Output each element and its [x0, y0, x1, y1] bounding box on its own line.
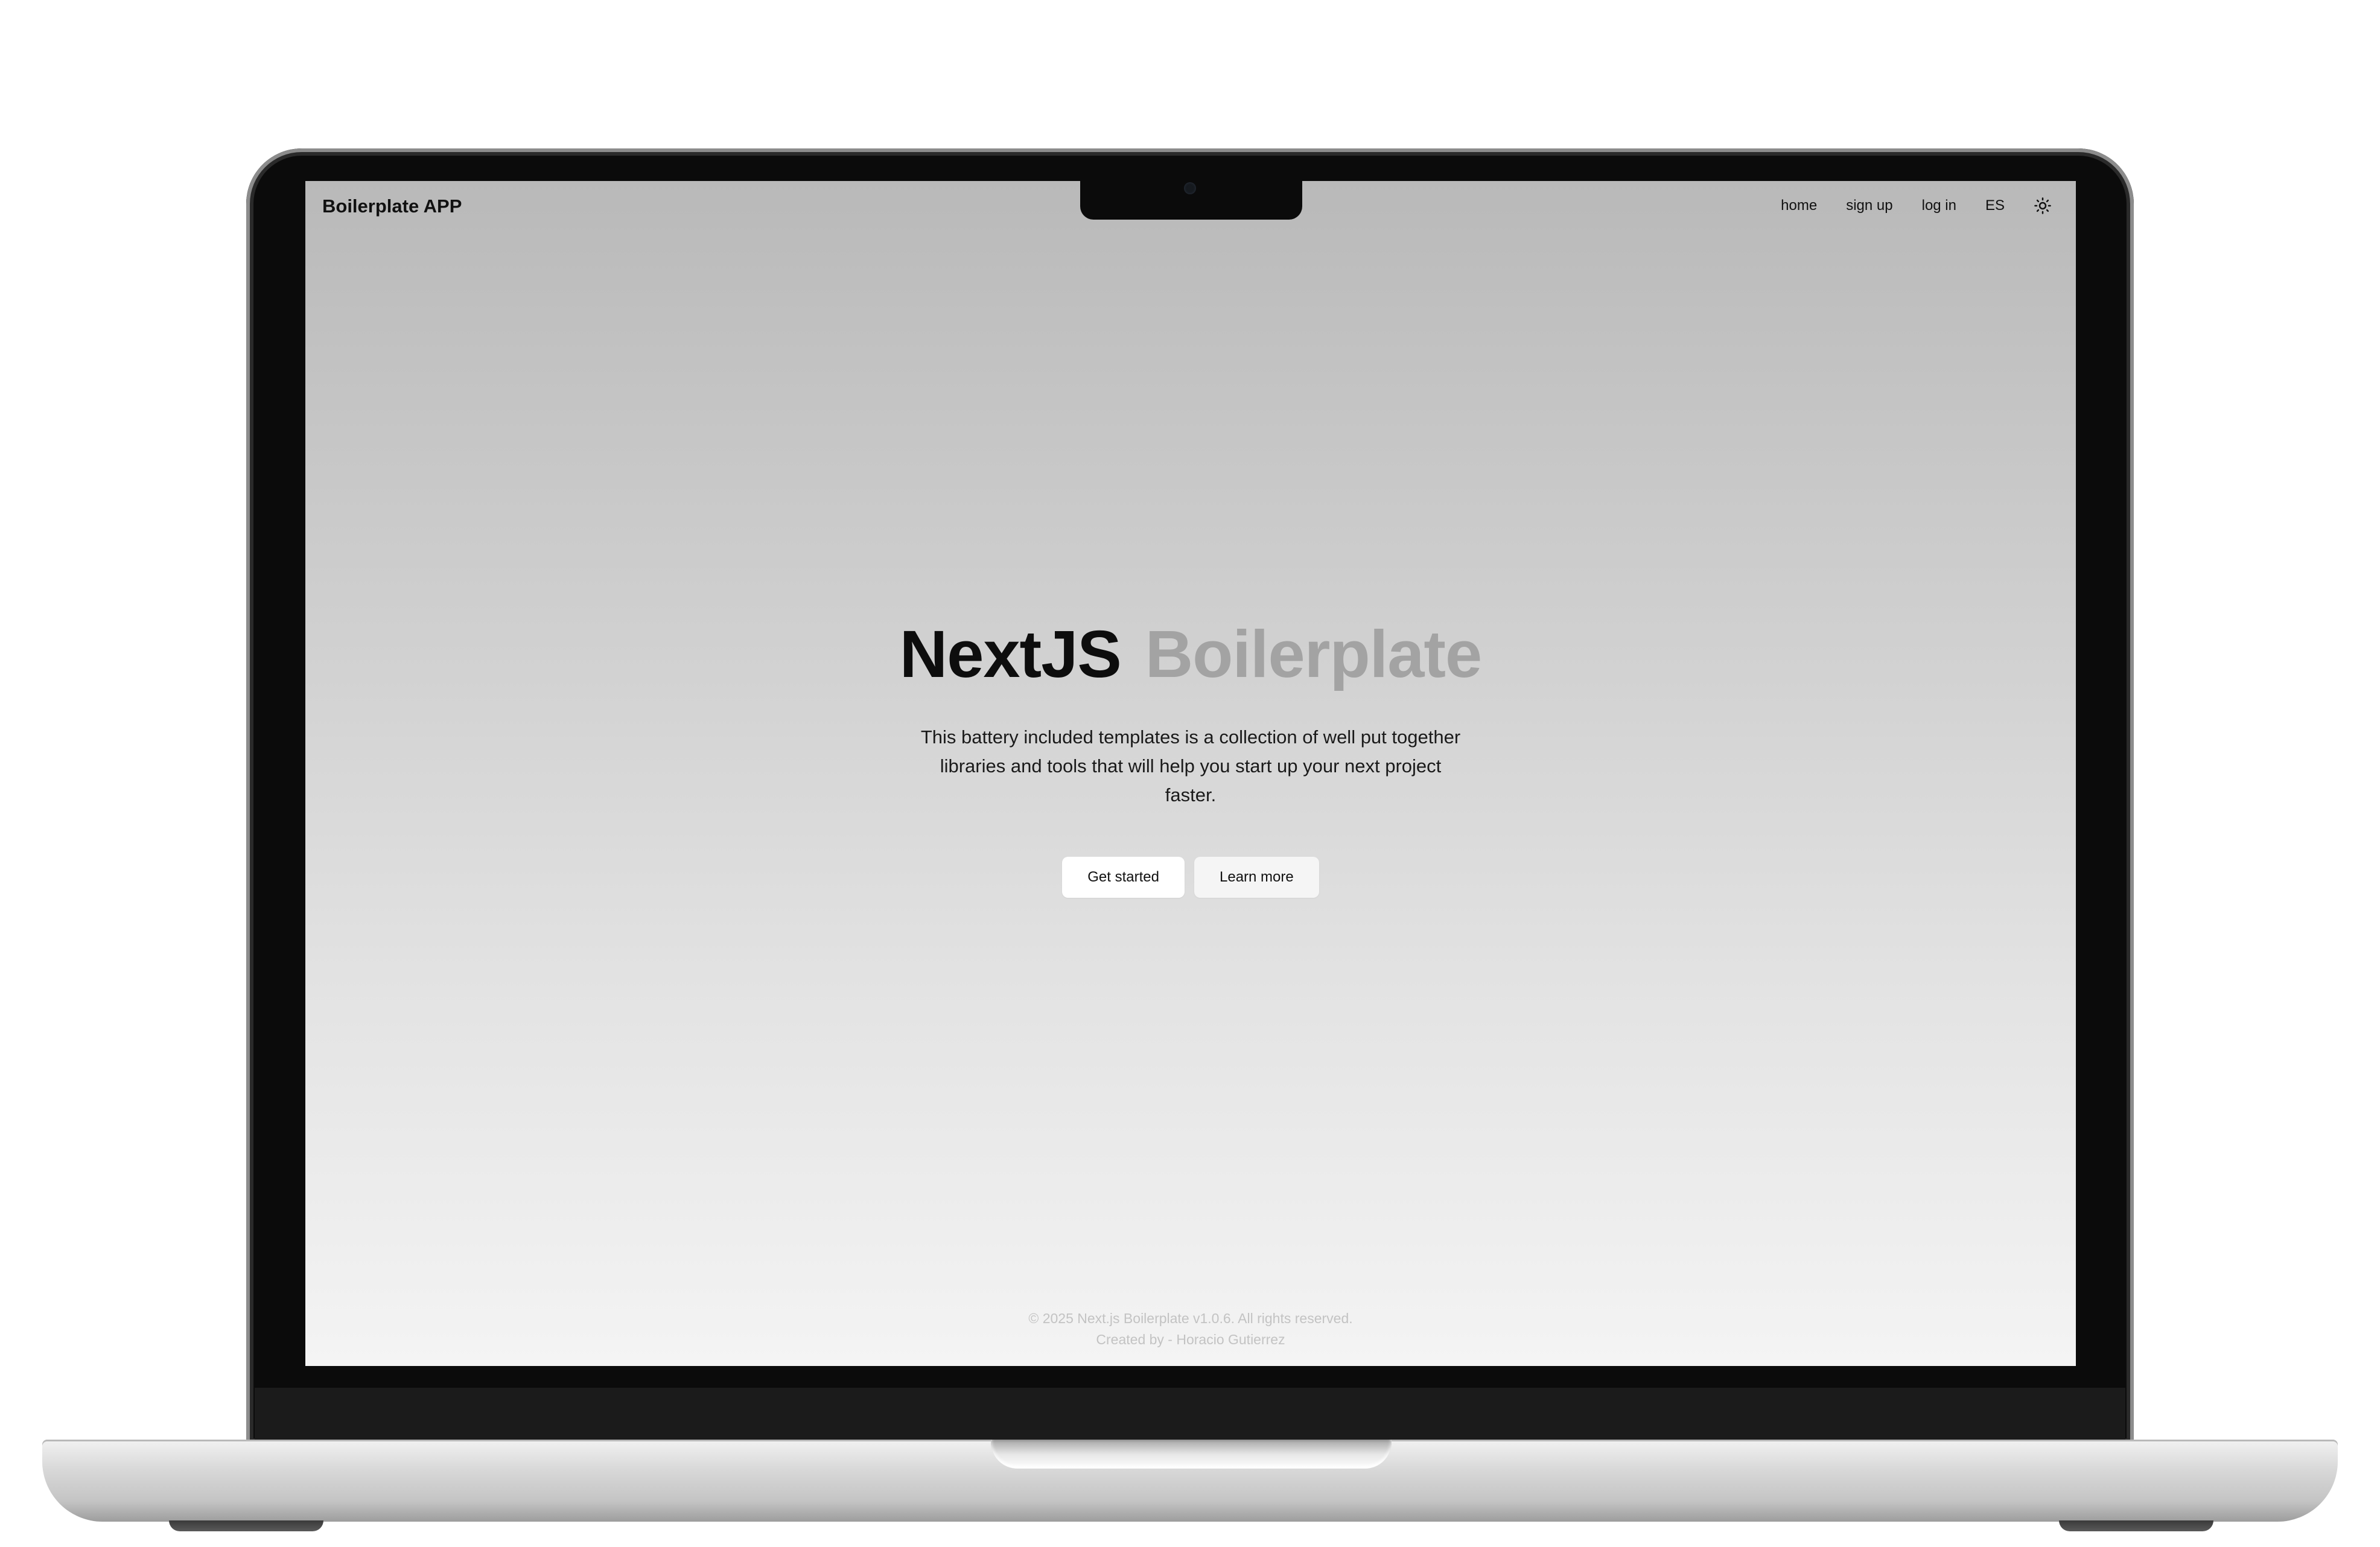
- hero-title: NextJS Boilerplate: [305, 615, 2076, 694]
- hero-description: This battery included templates is a col…: [920, 726, 1461, 805]
- laptop-opening-notch: [991, 1440, 1392, 1469]
- laptop-foot-right: [2059, 1520, 2213, 1531]
- get-started-button[interactable]: Get started: [1062, 857, 1185, 898]
- laptop-mockup: Boilerplate APP home sign up log in ES N…: [0, 0, 2380, 1547]
- hero-section: NextJS Boilerplate This battery included …: [305, 615, 2076, 898]
- learn-more-button[interactable]: Learn more: [1194, 857, 1319, 898]
- camera-icon: [1184, 182, 1196, 194]
- footer-credit: Created by - Horacio Gutierrez: [1096, 1332, 1285, 1347]
- hero-buttons: Get started Learn more: [305, 857, 2076, 898]
- page-footer: © 2025 Next.js Boilerplate v1.0.6. All r…: [305, 1308, 2076, 1350]
- brand-logo[interactable]: Boilerplate APP: [322, 195, 462, 217]
- footer-copyright: © 2025 Next.js Boilerplate v1.0.6. All r…: [1028, 1310, 1353, 1326]
- laptop-foot-left: [169, 1520, 323, 1531]
- hero-title-primary: NextJS: [899, 617, 1122, 691]
- browser-screen: Boilerplate APP home sign up log in ES N…: [305, 181, 2076, 1366]
- nav-home-link[interactable]: home: [1781, 197, 1817, 214]
- nav-login-link[interactable]: log in: [1922, 197, 1956, 214]
- laptop-hinge: [255, 1388, 2125, 1446]
- nav-links: home sign up log in ES: [1781, 197, 2052, 215]
- language-toggle[interactable]: ES: [1985, 197, 2005, 214]
- nav-signup-link[interactable]: sign up: [1846, 197, 1892, 214]
- hero-title-secondary: Boilerplate: [1145, 617, 1482, 691]
- sun-icon[interactable]: [2034, 197, 2052, 215]
